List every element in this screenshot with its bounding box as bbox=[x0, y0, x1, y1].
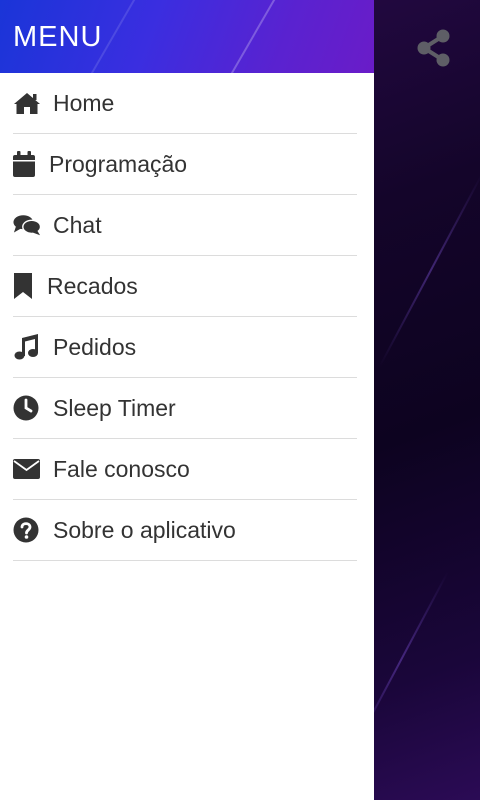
menu-item-chat[interactable]: Chat bbox=[13, 195, 357, 256]
calendar-icon bbox=[13, 150, 37, 178]
share-button[interactable] bbox=[414, 28, 454, 68]
envelope-icon bbox=[13, 455, 41, 483]
navigation-drawer: MENU Home Programação Chat Recados Pedid… bbox=[0, 0, 374, 800]
menu-item-label: Sobre o aplicativo bbox=[53, 516, 236, 543]
menu-item-label: Chat bbox=[53, 211, 102, 238]
menu-item-sobre-o-aplicativo[interactable]: Sobre o aplicativo bbox=[13, 500, 357, 561]
drawer-title: MENU bbox=[13, 21, 103, 53]
menu-item-sleep-timer[interactable]: Sleep Timer bbox=[13, 378, 357, 439]
clock-icon bbox=[13, 394, 41, 422]
home-icon bbox=[13, 89, 41, 117]
menu-list: Home Programação Chat Recados Pedidos Sl… bbox=[0, 73, 374, 561]
menu-item-fale-conosco[interactable]: Fale conosco bbox=[13, 439, 357, 500]
menu-item-label: Pedidos bbox=[53, 333, 137, 360]
menu-item-label: Home bbox=[53, 89, 115, 116]
bookmark-icon bbox=[13, 272, 35, 300]
menu-item-pedidos[interactable]: Pedidos bbox=[13, 317, 357, 378]
menu-item-recados[interactable]: Recados bbox=[13, 256, 357, 317]
share-icon bbox=[417, 29, 450, 67]
background-streak bbox=[378, 172, 480, 368]
music-note-icon bbox=[13, 333, 41, 361]
menu-item-programacao[interactable]: Programação bbox=[13, 134, 357, 195]
header-streak bbox=[220, 0, 282, 73]
menu-item-label: Sleep Timer bbox=[53, 394, 176, 421]
menu-item-label: Programação bbox=[49, 150, 188, 177]
chat-icon bbox=[13, 211, 41, 239]
question-circle-icon bbox=[13, 516, 41, 544]
app-screen: MENU Home Programação Chat Recados Pedid… bbox=[0, 0, 480, 800]
menu-item-label: Fale conosco bbox=[53, 455, 190, 482]
drawer-header: MENU bbox=[0, 0, 374, 73]
menu-item-label: Recados bbox=[47, 272, 138, 299]
menu-item-home[interactable]: Home bbox=[13, 73, 357, 134]
